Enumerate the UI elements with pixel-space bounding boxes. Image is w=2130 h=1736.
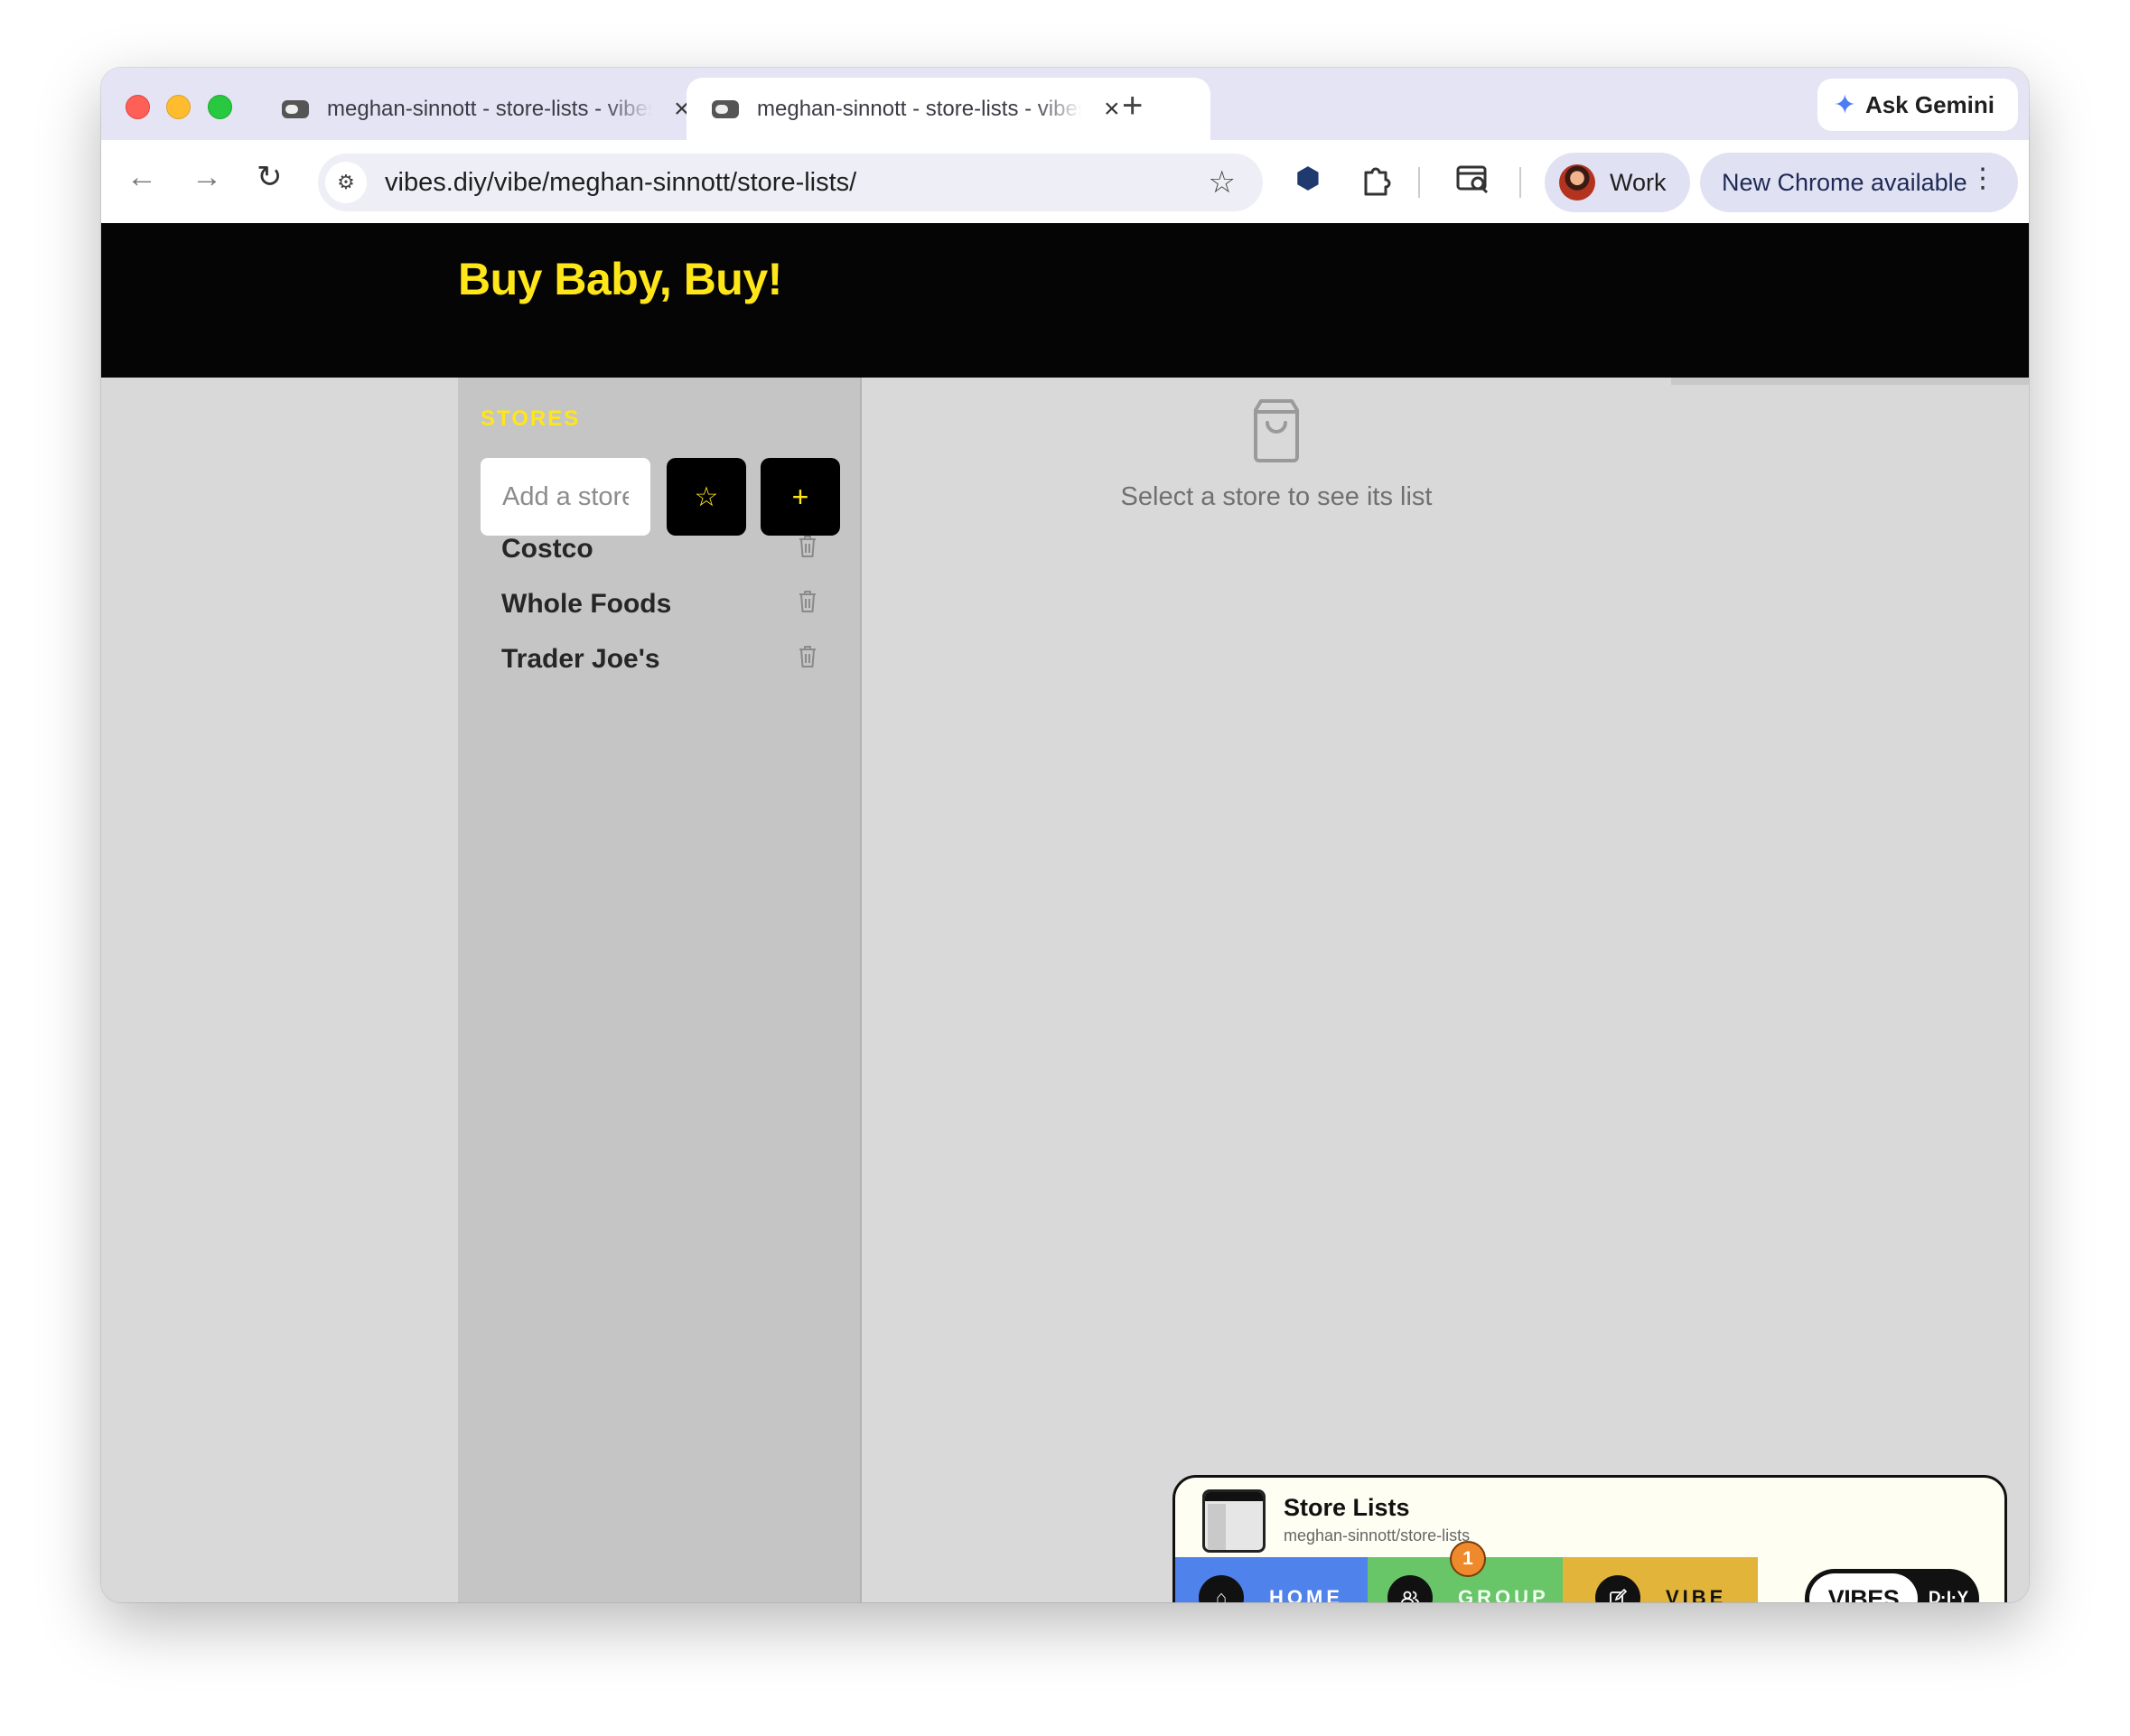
browser-window: meghan-sinnott - store-lists - vibes.diy…: [101, 68, 2029, 1602]
more-menu-icon[interactable]: ⋮: [1969, 165, 1996, 192]
tab-strip: meghan-sinnott - store-lists - vibes.diy…: [101, 68, 2029, 140]
address-bar[interactable]: ⚙ vibes.diy/vibe/meghan-sinnott/store-li…: [318, 154, 1263, 211]
edit-icon: [1595, 1575, 1640, 1602]
minimize-window-button[interactable]: [166, 95, 191, 119]
vibe-subtitle: meghan-sinnott/store-lists: [1284, 1526, 1471, 1545]
vibes-widget: Store Lists meghan-sinnott/store-lists ⌂…: [1172, 1475, 2007, 1602]
tab-search-icon[interactable]: [1456, 163, 1490, 199]
store-name: Trader Joe's: [501, 644, 660, 674]
group-notification-badge: 1: [1450, 1541, 1486, 1577]
delete-store-icon[interactable]: [798, 535, 817, 558]
store-item[interactable]: Trader Joe's: [501, 632, 817, 686]
empty-state-message: Select a store to see its list: [1120, 482, 1433, 511]
app-header: Buy Baby, Buy!: [101, 223, 2029, 378]
back-arrow-icon[interactable]: ←: [126, 162, 157, 192]
shopping-bag-icon: [1254, 399, 1299, 462]
bookmark-star-icon[interactable]: ☆: [1209, 164, 1236, 201]
update-label: New Chrome available: [1722, 168, 1967, 196]
extensions-puzzle-icon[interactable]: [1360, 163, 1391, 201]
toolbar-divider: [1418, 167, 1420, 198]
home-icon: ⌂: [1199, 1575, 1244, 1602]
url-text[interactable]: vibes.diy/vibe/meghan-sinnott/store-list…: [385, 168, 856, 198]
ask-gemini-button[interactable]: ✦ Ask Gemini: [1817, 79, 2018, 131]
vibe-tab-label: VIBE: [1666, 1586, 1727, 1602]
stores-section-label: STORES: [481, 406, 581, 431]
page-content: Buy Baby, Buy! STORES ☆ + Costco Whole F…: [101, 223, 2029, 1602]
browser-toolbar: ← → ↻ ⚙ vibes.diy/vibe/meghan-sinnott/st…: [101, 140, 2029, 223]
store-item[interactable]: Whole Foods: [501, 577, 817, 631]
vibe-title: Store Lists: [1284, 1494, 1410, 1521]
forward-arrow-icon[interactable]: →: [192, 162, 222, 192]
site-favicon-icon: [712, 99, 739, 118]
stores-sidebar: STORES ☆ + Costco Whole Foods Trader Joe…: [458, 378, 862, 1602]
tab-title: meghan-sinnott - store-lists - vibes.diy: [757, 96, 1082, 121]
delete-store-icon[interactable]: [798, 590, 817, 613]
close-window-button[interactable]: [126, 95, 150, 119]
home-tab-label: HOME: [1269, 1586, 1343, 1602]
vibes-home-tab[interactable]: ⌂ HOME: [1175, 1557, 1368, 1602]
toolbar-divider: [1519, 167, 1521, 198]
reload-icon[interactable]: ↻: [257, 162, 283, 192]
group-tab-label: GROUP: [1458, 1586, 1549, 1602]
diy-logo-text: D·I·Y: [1928, 1589, 1969, 1602]
profile-button[interactable]: Work: [1545, 153, 1690, 212]
store-name: Costco: [501, 534, 593, 564]
vibes-logo-text: VIBES: [1809, 1573, 1918, 1602]
extension-shield-icon[interactable]: ⬢: [1295, 163, 1321, 192]
vibe-thumbnail[interactable]: [1202, 1489, 1266, 1553]
store-name: Whole Foods: [501, 589, 672, 619]
store-item[interactable]: Costco: [501, 522, 817, 576]
avatar: [1559, 164, 1595, 201]
ask-gemini-label: Ask Gemini: [1864, 90, 1995, 118]
close-tab-icon[interactable]: ×: [1104, 95, 1120, 123]
vibes-vibe-tab[interactable]: VIBE: [1563, 1557, 1758, 1602]
vibes-diy-logo[interactable]: VIBES D·I·Y: [1805, 1569, 1979, 1602]
delete-store-icon[interactable]: [798, 645, 817, 668]
chrome-update-button[interactable]: New Chrome available ⋮: [1700, 153, 2018, 212]
app-title: Buy Baby, Buy!: [458, 254, 782, 304]
gemini-sparkle-icon: ✦: [1833, 89, 1856, 120]
profile-label: Work: [1610, 168, 1667, 196]
site-favicon-icon: [282, 99, 309, 118]
header-edge: [1671, 378, 2029, 385]
empty-state: Select a store to see its list: [862, 397, 1691, 512]
site-settings-icon[interactable]: ⚙: [325, 162, 367, 203]
tab-title: meghan-sinnott - store-lists - vibes.diy: [327, 96, 652, 121]
users-icon: [1387, 1575, 1433, 1602]
maximize-window-button[interactable]: [208, 95, 232, 119]
new-tab-button[interactable]: +: [1122, 86, 1143, 126]
